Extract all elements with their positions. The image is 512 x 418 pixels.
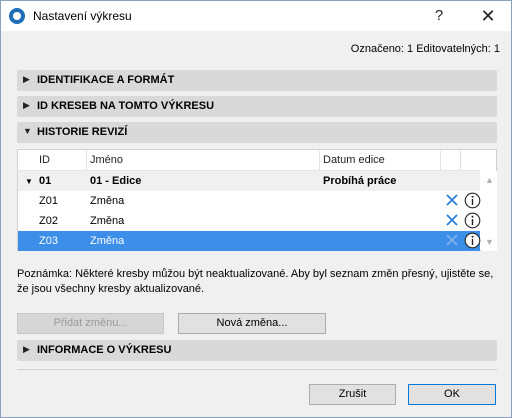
divider	[17, 369, 497, 370]
scroll-up-icon[interactable]: ▲	[485, 175, 494, 185]
ok-button[interactable]: OK	[408, 384, 496, 405]
section-drawing-ids[interactable]: ▶ ID KRESEB NA TOMTO VÝKRESU	[17, 96, 497, 117]
table-row-selected[interactable]: Z03 Změna	[18, 231, 481, 251]
app-icon	[9, 8, 25, 24]
table-row[interactable]: Z02 Změna	[18, 211, 481, 231]
info-icon[interactable]	[464, 212, 481, 229]
row-id: Z02	[39, 215, 58, 227]
section-label: HISTORIE REVIZÍ	[37, 126, 128, 138]
delete-icon[interactable]	[444, 192, 460, 208]
title-bar: Nastavení výkresu ? ✕	[1, 1, 511, 31]
dialog-content: Označeno: 1 Editovatelných: 1 ▶ IDENTIFI…	[2, 31, 510, 417]
revision-group-row[interactable]: ▼ 01 01 - Edice Probíhá práce	[18, 171, 480, 191]
row-id: Z01	[39, 195, 58, 207]
section-label: IDENTIFIKACE A FORMÁT	[37, 74, 175, 86]
section-label: ID KRESEB NA TOMTO VÝKRESU	[37, 100, 215, 112]
delete-icon[interactable]	[444, 232, 460, 248]
column-header-date[interactable]: Datum edice	[323, 154, 385, 166]
selection-info: Označeno: 1 Editovatelných: 1	[350, 43, 500, 55]
chevron-down-icon[interactable]: ▼	[25, 177, 33, 186]
info-icon[interactable]	[464, 192, 481, 209]
info-icon[interactable]	[464, 232, 481, 249]
note-text: Poznámka: Některé kresby můžou být neakt…	[17, 268, 494, 295]
table-scrollbar[interactable]: ▲ ▼	[481, 171, 497, 251]
column-header-id[interactable]: ID	[39, 154, 50, 166]
row-name: Změna	[90, 195, 125, 207]
chevron-down-icon: ▼	[23, 126, 32, 136]
section-label: INFORMACE O VÝKRESU	[37, 344, 172, 356]
group-date: Probíhá práce	[323, 175, 397, 187]
close-button[interactable]: ✕	[475, 5, 501, 27]
delete-icon[interactable]	[444, 212, 460, 228]
chevron-right-icon: ▶	[23, 344, 30, 354]
section-revision-history[interactable]: ▼ HISTORIE REVIZÍ	[17, 122, 497, 143]
table-header: ID Jméno Datum edice	[18, 150, 480, 171]
window-title: Nastavení výkresu	[33, 9, 132, 23]
row-name: Změna	[90, 215, 125, 227]
section-drawing-info[interactable]: ▶ INFORMACE O VÝKRESU	[17, 340, 497, 361]
help-button[interactable]: ?	[426, 5, 452, 27]
section-identification[interactable]: ▶ IDENTIFIKACE A FORMÁT	[17, 70, 497, 91]
revision-table: ID Jméno Datum edice ▼ 01 01 - Edice Pro…	[17, 149, 497, 251]
scroll-down-icon[interactable]: ▼	[485, 237, 494, 247]
cancel-button[interactable]: Zrušit	[309, 384, 396, 405]
row-id: Z03	[39, 235, 58, 247]
column-header-name[interactable]: Jméno	[90, 154, 123, 166]
new-change-button[interactable]: Nová změna...	[178, 313, 326, 334]
group-id: 01	[39, 175, 52, 187]
add-change-button[interactable]: Přidat změnu...	[17, 313, 164, 334]
dialog-window: Nastavení výkresu ? ✕ Označeno: 1 Editov…	[0, 0, 512, 418]
row-name: Změna	[90, 235, 125, 247]
group-name: 01 - Edice	[90, 175, 142, 187]
table-row[interactable]: Z01 Změna	[18, 191, 481, 211]
chevron-right-icon: ▶	[23, 74, 30, 84]
chevron-right-icon: ▶	[23, 100, 30, 110]
